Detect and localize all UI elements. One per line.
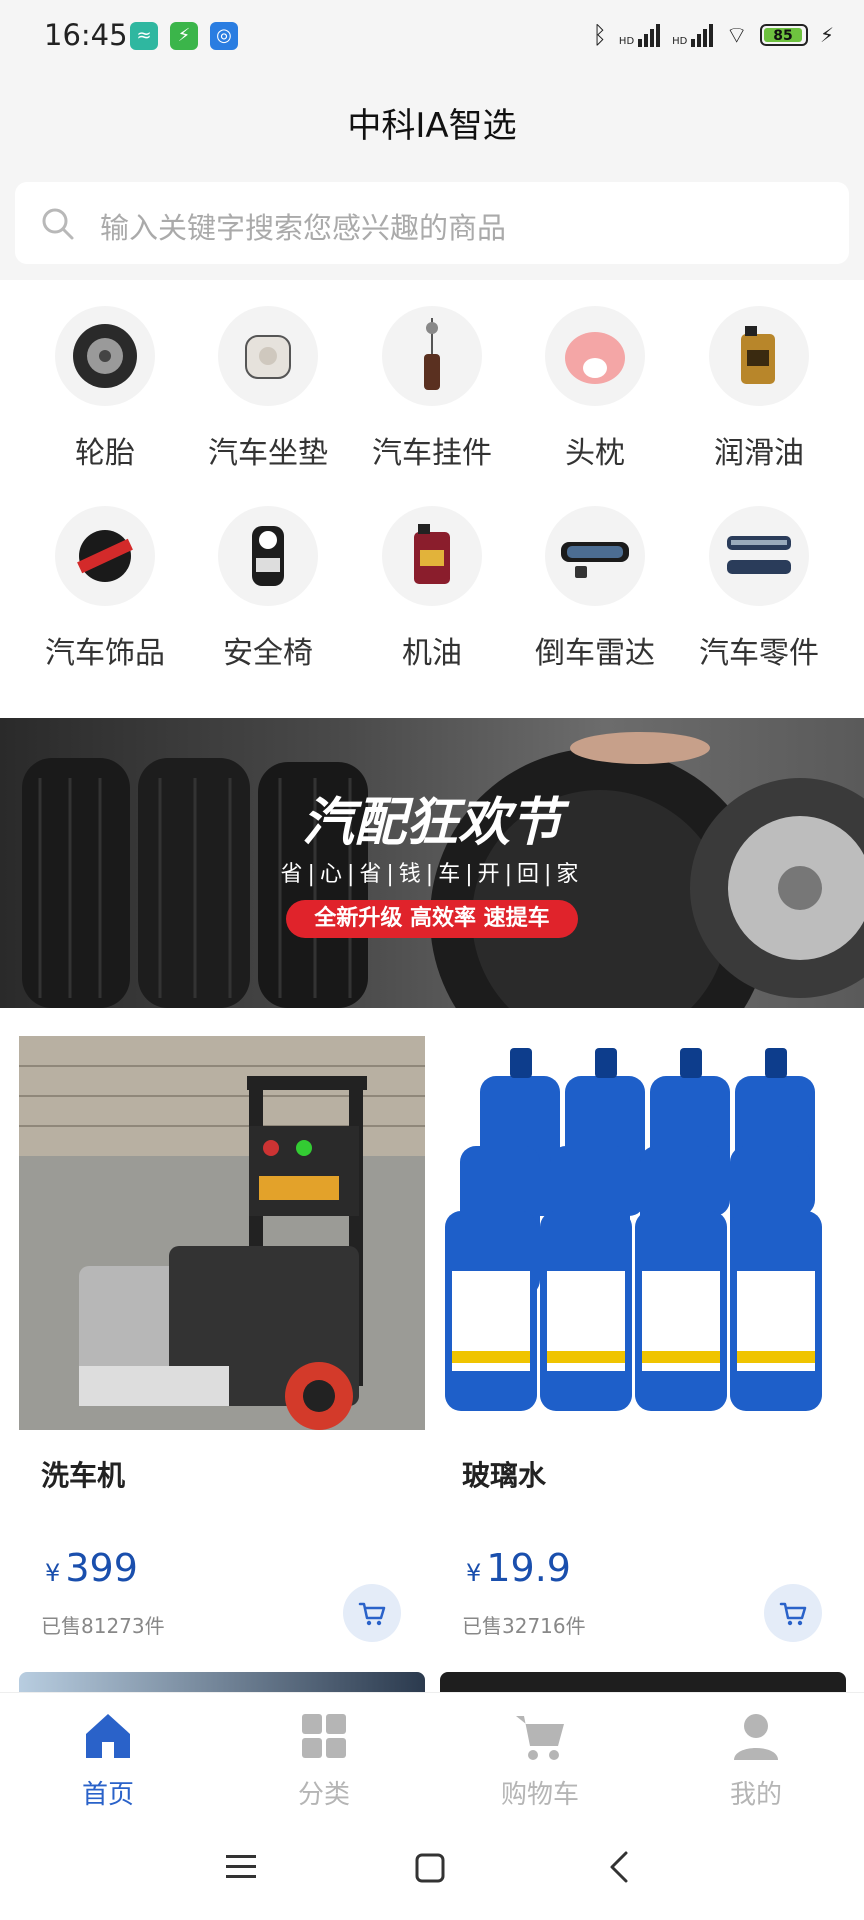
app-notification-icon: ≈ [130, 22, 158, 50]
product-card-3-partial[interactable] [19, 1672, 425, 1692]
category-label: 轮胎 [75, 436, 135, 471]
reverse-radar-icon [545, 506, 645, 606]
price-value: 399 [65, 1546, 138, 1590]
charging-app-icon: ⚡ [170, 22, 198, 50]
headrest-icon [545, 306, 645, 406]
category-car-pendant[interactable]: 汽车挂件 [357, 306, 507, 472]
category-tire[interactable]: 轮胎 [30, 306, 180, 472]
category-label: 汽车挂件 [372, 436, 492, 471]
tab-category[interactable]: 分类 [216, 1708, 432, 1811]
tire-icon [55, 306, 155, 406]
category-lubricant[interactable]: 润滑油 [684, 306, 834, 472]
car-pendant-icon [382, 306, 482, 406]
category-reverse-radar[interactable]: 倒车雷达 [520, 506, 670, 672]
back-icon[interactable] [604, 1850, 634, 1884]
tab-label: 购物车 [500, 1780, 579, 1810]
shopping-cart-icon [516, 1716, 564, 1760]
home-icon [86, 1714, 130, 1758]
category-engine-oil[interactable]: 机油 [357, 506, 507, 672]
banner-tag: 全新升级 高效率 速提车 [286, 900, 578, 938]
seat-cushion-icon [218, 306, 318, 406]
tab-profile[interactable]: 我的 [648, 1708, 864, 1811]
tab-home[interactable]: 首页 [0, 1708, 216, 1811]
category-safety-seat[interactable]: 安全椅 [193, 506, 343, 672]
category-car-accessory[interactable]: 汽车饰品 [30, 506, 180, 672]
safety-seat-icon [218, 506, 318, 606]
shield-app-icon: ◎ [210, 22, 238, 50]
currency-symbol: ¥ [466, 1559, 482, 1587]
category-headrest[interactable]: 头枕 [520, 306, 670, 472]
menu-icon[interactable] [224, 1852, 258, 1882]
battery-icon: 85 [759, 24, 808, 46]
lubricant-icon [709, 306, 809, 406]
signal-icon: HD [618, 23, 661, 47]
tab-label: 我的 [729, 1780, 782, 1810]
add-to-cart-button[interactable] [343, 1584, 401, 1642]
status-right: ᛒ HD HD ⌔ 85 ⚡ [593, 18, 834, 52]
product-name: 洗车机 [41, 1459, 126, 1492]
tab-label: 分类 [297, 1780, 350, 1810]
status-time: 16:45 [44, 18, 128, 52]
product-price: ¥ 399 [45, 1546, 138, 1590]
tab-cart[interactable]: 购物车 [432, 1708, 648, 1811]
category-label: 汽车零件 [699, 636, 819, 671]
hd-label-2: HD [672, 35, 688, 47]
battery-level: 85 [763, 28, 802, 44]
hd-label: HD [618, 35, 635, 47]
category-label: 汽车坐垫 [208, 436, 328, 471]
category-seat-cushion[interactable]: 汽车坐垫 [193, 306, 343, 472]
bluetooth-icon: ᛒ [592, 21, 607, 49]
sold-count: 已售81273件 [41, 1614, 165, 1638]
product-card-1[interactable]: 洗车机 ¥ 399 已售81273件 [19, 1036, 425, 1666]
charging-icon: ⚡ [819, 23, 834, 47]
car-accessory-icon [55, 506, 155, 606]
category-label: 机油 [402, 636, 462, 671]
product-name: 玻璃水 [462, 1459, 547, 1492]
category-label: 安全椅 [223, 636, 313, 671]
product-card-4-partial[interactable] [440, 1672, 846, 1692]
price-value: 19.9 [486, 1546, 571, 1590]
grid-icon [302, 1714, 346, 1758]
car-parts-icon [709, 506, 809, 606]
category-label: 润滑油 [714, 436, 804, 471]
product-image [19, 1036, 425, 1430]
page-title: 中科IA智选 [347, 106, 517, 146]
cart-icon [779, 1602, 807, 1626]
product-card-2[interactable]: 玻璃水 ¥ 19.9 已售32716件 [440, 1036, 846, 1666]
category-label: 头枕 [565, 436, 625, 471]
engine-oil-icon [382, 506, 482, 606]
product-image [440, 1036, 846, 1430]
currency-symbol: ¥ [45, 1559, 61, 1587]
wifi-icon: ⌔ [725, 21, 748, 49]
search-placeholder: 输入关键字搜索您感兴趣的商品 [100, 211, 507, 245]
banner-title: 汽配狂欢节 [301, 793, 562, 853]
sold-count: 已售32716件 [462, 1614, 586, 1638]
promo-banner[interactable]: 汽配狂欢节 省|心|省|钱|车|开|回|家 全新升级 高效率 速提车 [0, 718, 864, 1008]
tab-label: 首页 [81, 1780, 134, 1810]
home-nav-icon[interactable] [414, 1852, 446, 1884]
banner-subtitle: 省|心|省|钱|车|开|回|家 [280, 862, 584, 887]
user-icon [734, 1714, 778, 1760]
category-label: 倒车雷达 [535, 636, 655, 671]
product-price: ¥ 19.9 [466, 1546, 571, 1590]
category-label: 汽车饰品 [45, 636, 165, 671]
search-icon [42, 208, 74, 240]
signal-icon-2: HD [672, 23, 714, 47]
category-car-parts[interactable]: 汽车零件 [684, 506, 834, 672]
add-to-cart-button[interactable] [764, 1584, 822, 1642]
cart-icon [358, 1602, 386, 1626]
